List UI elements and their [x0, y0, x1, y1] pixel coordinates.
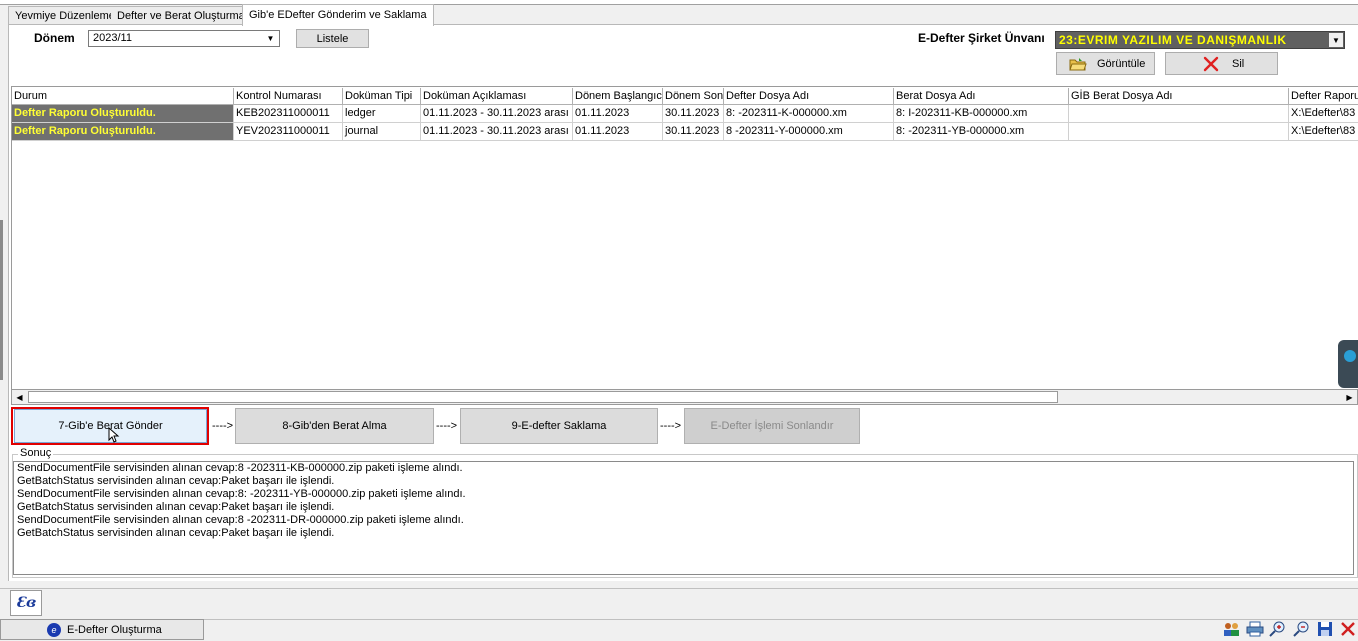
- table-row-0-kontrol[interactable]: KEB202311000011: [234, 105, 343, 123]
- table-row-0-berat-dosya[interactable]: 8: I-202311-KB-000000.xm: [894, 105, 1069, 123]
- table-row-0-son[interactable]: 30.11.2023: [663, 105, 724, 123]
- zoom-out-icon[interactable]: [1292, 620, 1311, 638]
- table-row-1-defter-dosya[interactable]: 8 -202311-Y-000000.xm: [724, 123, 894, 141]
- table-row-0-baslangic[interactable]: 01.11.2023: [573, 105, 663, 123]
- chevron-down-icon[interactable]: ▼: [1329, 33, 1343, 47]
- log-line: SendDocumentFile servisinden alınan ceva…: [17, 514, 464, 526]
- table-row-1-durum[interactable]: Defter Raporu Oluşturuldu.: [12, 123, 234, 141]
- table-row-0-rapor[interactable]: X:\Edefter\83: [1289, 105, 1358, 123]
- taskbar-item-edefter[interactable]: e E-Defter Oluşturma: [0, 619, 204, 640]
- close-icon[interactable]: [1338, 620, 1357, 638]
- scroll-thumb[interactable]: [28, 391, 1058, 403]
- mouse-cursor-icon: [108, 427, 120, 443]
- save-icon[interactable]: [1315, 620, 1334, 638]
- donem-label: Dönem: [34, 31, 75, 45]
- table-row-1-gib-berat[interactable]: [1069, 123, 1289, 141]
- table-row-0-tip[interactable]: ledger: [343, 105, 421, 123]
- table-row-0-durum[interactable]: Defter Raporu Oluşturuldu.: [12, 105, 234, 123]
- table-row-0-aciklama[interactable]: 01.11.2023 - 30.11.2023 arası ': [421, 105, 573, 123]
- table-row-1-son[interactable]: 30.11.2023: [663, 123, 724, 141]
- scroll-right-arrow-icon[interactable]: ▶: [1342, 390, 1357, 404]
- gibden-berat-alma-button[interactable]: 8-Gib'den Berat Alma: [235, 408, 434, 444]
- col-header-gib-berat-dosya-adi[interactable]: GİB Berat Dosya Adı: [1069, 88, 1289, 105]
- document-grid[interactable]: Durum Kontrol Numarası Doküman Tipi Dokü…: [11, 86, 1358, 392]
- company-value: 23:EVRIM YAZILIM VE DANIŞMANLIK: [1059, 33, 1287, 47]
- grid-horizontal-scrollbar[interactable]: ◀ ▶: [11, 389, 1358, 405]
- log-line: SendDocumentFile servisinden alınan ceva…: [17, 488, 466, 500]
- edefter-islemi-sonlandir-button[interactable]: E-Defter İşlemi Sonlandır: [684, 408, 860, 444]
- table-row-1-rapor[interactable]: X:\Edefter\83: [1289, 123, 1358, 141]
- printer-icon[interactable]: [1245, 620, 1264, 638]
- eb-logo-icon[interactable]: Ɛɞ: [10, 590, 42, 616]
- step-connector: ---->: [436, 420, 458, 432]
- side-widget-handle[interactable]: [1338, 340, 1358, 388]
- table-row-1-kontrol[interactable]: YEV202311000011: [234, 123, 343, 141]
- company-select[interactable]: 23:EVRIM YAZILIM VE DANIŞMANLIK ▼: [1055, 31, 1345, 49]
- listele-button[interactable]: Listele: [296, 29, 369, 48]
- col-header-donem-sonu[interactable]: Dönem Sonu: [663, 88, 724, 105]
- log-line: GetBatchStatus servisinden alınan cevap:…: [17, 527, 335, 539]
- col-header-kontrol-numarasi[interactable]: Kontrol Numarası: [234, 88, 343, 105]
- company-label: E-Defter Şirket Ünvanı: [918, 31, 1045, 45]
- col-header-donem-baslangici[interactable]: Dönem Başlangıcı: [573, 88, 663, 105]
- taskbar-item-label: E-Defter Oluşturma: [67, 623, 162, 636]
- tab-defter-berat-olusturma[interactable]: Defter ve Berat Oluşturma: [111, 6, 252, 25]
- col-header-defter-raporu[interactable]: Defter Raporu: [1289, 88, 1358, 105]
- left-edge-indicator: [0, 220, 3, 380]
- table-row-0-gib-berat[interactable]: [1069, 105, 1289, 123]
- table-row-1-tip[interactable]: journal: [343, 123, 421, 141]
- table-row-1-aciklama[interactable]: 01.11.2023 - 30.11.2023 arası ': [421, 123, 573, 141]
- bottom-toolbar: [0, 588, 1358, 619]
- delete-x-icon: [1203, 56, 1219, 71]
- folder-open-icon: [1069, 57, 1087, 70]
- log-line: GetBatchStatus servisinden alınan cevap:…: [17, 501, 335, 513]
- col-header-durum[interactable]: Durum: [12, 88, 234, 105]
- scroll-left-arrow-icon[interactable]: ◀: [12, 390, 27, 404]
- goruntule-label: Görüntüle: [1097, 57, 1146, 70]
- col-header-berat-dosya-adi[interactable]: Berat Dosya Adı: [894, 88, 1069, 105]
- col-header-defter-dosya-adi[interactable]: Defter Dosya Adı: [724, 88, 894, 105]
- step-connector: ---->: [660, 420, 682, 432]
- edefter-saklama-button[interactable]: 9-E-defter Saklama: [460, 408, 658, 444]
- zoom-in-icon[interactable]: [1268, 620, 1287, 638]
- chevron-down-icon[interactable]: ▼: [263, 32, 278, 45]
- step-connector: ---->: [212, 420, 234, 432]
- result-label: Sonuç: [18, 447, 54, 459]
- log-line: SendDocumentFile servisinden alınan ceva…: [17, 462, 463, 474]
- donem-value: 2023/11: [93, 32, 132, 44]
- col-header-dokuman-aciklamasi[interactable]: Doküman Açıklaması: [421, 88, 573, 105]
- table-row-0-defter-dosya[interactable]: 8: -202311-K-000000.xm: [724, 105, 894, 123]
- result-log[interactable]: SendDocumentFile servisinden alınan ceva…: [13, 461, 1354, 575]
- sil-button[interactable]: Sil: [1165, 52, 1278, 75]
- tab-yevmiye-duzenleme[interactable]: Yevmiye Düzenleme: [8, 6, 122, 25]
- users-icon[interactable]: [1221, 620, 1240, 638]
- col-header-dokuman-tipi[interactable]: Doküman Tipi: [343, 88, 421, 105]
- donem-select[interactable]: 2023/11 ▼: [88, 30, 280, 47]
- app-logo-icon: e: [47, 622, 61, 637]
- top-border: [0, 0, 1358, 5]
- tab-gib-edefter-gonderim[interactable]: Gib'e EDefter Gönderim ve Saklama: [242, 4, 434, 26]
- globe-icon: [1344, 350, 1356, 362]
- log-line: GetBatchStatus servisinden alınan cevap:…: [17, 475, 335, 487]
- table-row-1-berat-dosya[interactable]: 8: -202311-YB-000000.xm: [894, 123, 1069, 141]
- sil-label: Sil: [1232, 57, 1245, 70]
- table-row-1-baslangic[interactable]: 01.11.2023: [573, 123, 663, 141]
- goruntule-button[interactable]: Görüntüle: [1056, 52, 1155, 75]
